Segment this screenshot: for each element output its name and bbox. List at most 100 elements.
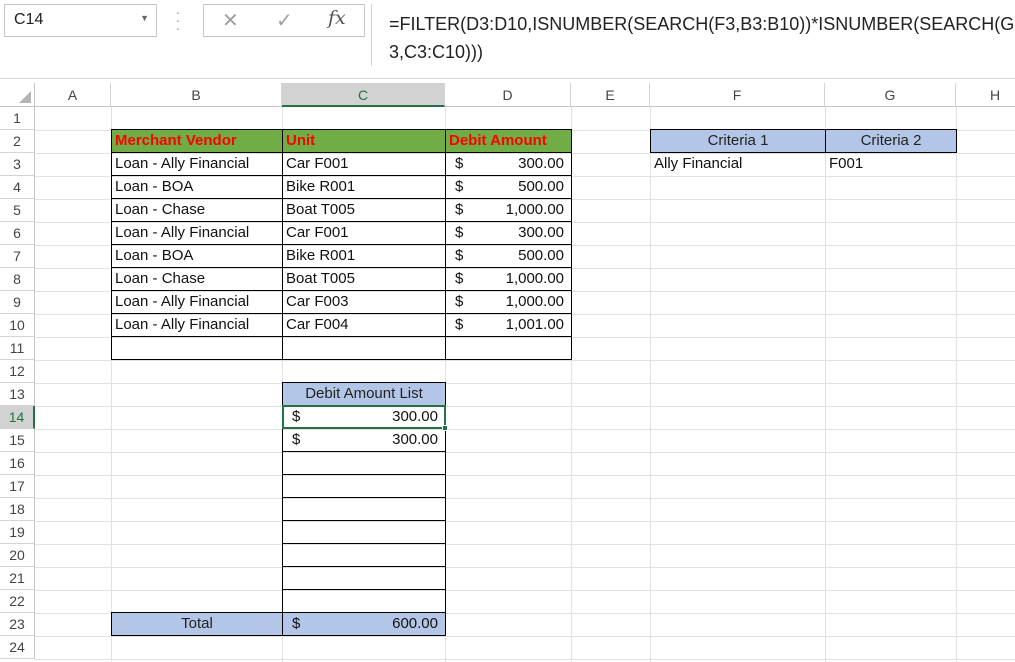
empty-cell[interactable]: [111, 336, 283, 360]
unit-cell[interactable]: Car F001: [282, 152, 446, 176]
vendor-cell[interactable]: Loan - BOA: [111, 175, 283, 199]
row-header[interactable]: 24: [0, 636, 35, 659]
row-header[interactable]: 2: [0, 130, 35, 153]
criteria-2-value[interactable]: F001: [826, 153, 956, 176]
empty-cell[interactable]: [282, 543, 446, 567]
formula-buttons: ✕ ✓ fx: [203, 4, 365, 37]
criteria-2-header[interactable]: Criteria 2: [825, 129, 957, 153]
column-header-a[interactable]: A: [35, 83, 111, 107]
total-label[interactable]: Total: [111, 612, 283, 636]
row-header[interactable]: 18: [0, 498, 35, 521]
empty-cell[interactable]: [282, 497, 446, 521]
select-all-button[interactable]: [0, 83, 35, 107]
column-header-c[interactable]: C: [282, 83, 445, 107]
row-header[interactable]: 17: [0, 475, 35, 498]
check-icon[interactable]: ✓: [276, 8, 293, 33]
row-header[interactable]: 22: [0, 590, 35, 613]
column-header-h[interactable]: H: [956, 83, 1015, 107]
row-header[interactable]: 6: [0, 222, 35, 245]
unit-cell[interactable]: Bike R001: [282, 244, 446, 268]
row-header[interactable]: 4: [0, 176, 35, 199]
row-header[interactable]: 13: [0, 383, 35, 406]
header-debit-amount[interactable]: Debit Amount: [445, 129, 572, 153]
chevron-down-icon[interactable]: ▼: [140, 13, 149, 23]
row-header[interactable]: 15: [0, 429, 35, 452]
unit-cell[interactable]: Car F003: [282, 290, 446, 314]
unit-cell[interactable]: Boat T005: [282, 198, 446, 222]
spreadsheet-grid[interactable]: A B C D E F G H 1 2 3 4 5 6 7 8 9 10 11 …: [0, 83, 1015, 662]
header-merchant-vendor[interactable]: Merchant Vendor: [111, 129, 283, 153]
amount-value: 1,000.00: [505, 201, 564, 218]
amount-cell[interactable]: $1,000.00: [445, 267, 572, 291]
row-header[interactable]: 11: [0, 337, 35, 360]
vendor-cell[interactable]: Loan - Ally Financial: [111, 313, 283, 337]
criteria-1-header[interactable]: Criteria 1: [650, 129, 826, 153]
debit-list-cell[interactable]: $300.00: [282, 428, 446, 452]
close-icon[interactable]: ✕: [222, 8, 239, 33]
divider: [0, 78, 1015, 79]
empty-cell[interactable]: [282, 336, 446, 360]
amount-cell[interactable]: $1,000.00: [445, 290, 572, 314]
vendor-cell[interactable]: Loan - Ally Financial: [111, 221, 283, 245]
insert-function-button[interactable]: fx: [328, 7, 346, 29]
row-header[interactable]: 1: [0, 107, 35, 130]
unit-cell[interactable]: Car F001: [282, 221, 446, 245]
column-header-d[interactable]: D: [445, 83, 571, 107]
currency-symbol: $: [292, 615, 301, 632]
currency-symbol: $: [455, 316, 464, 333]
formula-input[interactable]: =FILTER(D3:D10,ISNUMBER(SEARCH(F3,B3:B10…: [371, 4, 1015, 66]
unit-cell[interactable]: Boat T005: [282, 267, 446, 291]
empty-cell[interactable]: [282, 474, 446, 498]
drag-handle-icon[interactable]: · · ·: [173, 5, 183, 35]
empty-cell[interactable]: [282, 589, 446, 613]
vendor-cell[interactable]: Loan - Ally Financial: [111, 152, 283, 176]
amount-cell[interactable]: $1,001.00: [445, 313, 572, 337]
criteria-1-value[interactable]: Ally Financial: [651, 153, 825, 176]
column-header-g[interactable]: G: [825, 83, 956, 107]
formula-bar-area: C14 ▼ · · · ✕ ✓ fx =FILTER(D3:D10,ISNUMBER…: [0, 0, 1015, 80]
row-header[interactable]: 9: [0, 291, 35, 314]
total-amount-cell[interactable]: $600.00: [282, 612, 446, 636]
row-header[interactable]: 19: [0, 521, 35, 544]
amount-value: 500.00: [518, 178, 564, 195]
row-header-selected[interactable]: 14: [0, 406, 35, 429]
row-header[interactable]: 10: [0, 314, 35, 337]
column-header-b[interactable]: B: [111, 83, 282, 107]
empty-cell[interactable]: [445, 336, 572, 360]
empty-cell[interactable]: [282, 520, 446, 544]
row-header[interactable]: 7: [0, 245, 35, 268]
debit-list-header[interactable]: Debit Amount List: [282, 382, 446, 406]
empty-cell[interactable]: [282, 451, 446, 475]
unit-cell[interactable]: Bike R001: [282, 175, 446, 199]
amount-cell[interactable]: $500.00: [445, 244, 572, 268]
vendor-cell[interactable]: Loan - Ally Financial: [111, 290, 283, 314]
row-header[interactable]: 5: [0, 199, 35, 222]
currency-symbol: $: [455, 293, 464, 310]
amount-cell[interactable]: $500.00: [445, 175, 572, 199]
row-header[interactable]: 23: [0, 613, 35, 636]
amount-cell[interactable]: $300.00: [445, 221, 572, 245]
amount-cell[interactable]: $300.00: [445, 152, 572, 176]
name-box[interactable]: C14 ▼: [4, 4, 157, 37]
row-header[interactable]: 12: [0, 360, 35, 383]
row-header[interactable]: 20: [0, 544, 35, 567]
unit-cell[interactable]: Car F004: [282, 313, 446, 337]
amount-cell[interactable]: $1,000.00: [445, 198, 572, 222]
currency-symbol: $: [455, 270, 464, 287]
empty-cell[interactable]: [282, 566, 446, 590]
amount-value: 1,000.00: [505, 270, 564, 287]
row-header[interactable]: 16: [0, 452, 35, 475]
vendor-cell[interactable]: Loan - BOA: [111, 244, 283, 268]
fill-handle[interactable]: [442, 425, 448, 431]
row-header[interactable]: 3: [0, 153, 35, 176]
currency-symbol: $: [455, 201, 464, 218]
currency-symbol: $: [292, 431, 301, 448]
header-unit[interactable]: Unit: [282, 129, 446, 153]
column-header-e[interactable]: E: [571, 83, 650, 107]
vendor-cell[interactable]: Loan - Chase: [111, 267, 283, 291]
column-header-f[interactable]: F: [650, 83, 825, 107]
row-header[interactable]: 21: [0, 567, 35, 590]
vendor-cell[interactable]: Loan - Chase: [111, 198, 283, 222]
amount-value: 300.00: [392, 431, 438, 448]
row-header[interactable]: 8: [0, 268, 35, 291]
